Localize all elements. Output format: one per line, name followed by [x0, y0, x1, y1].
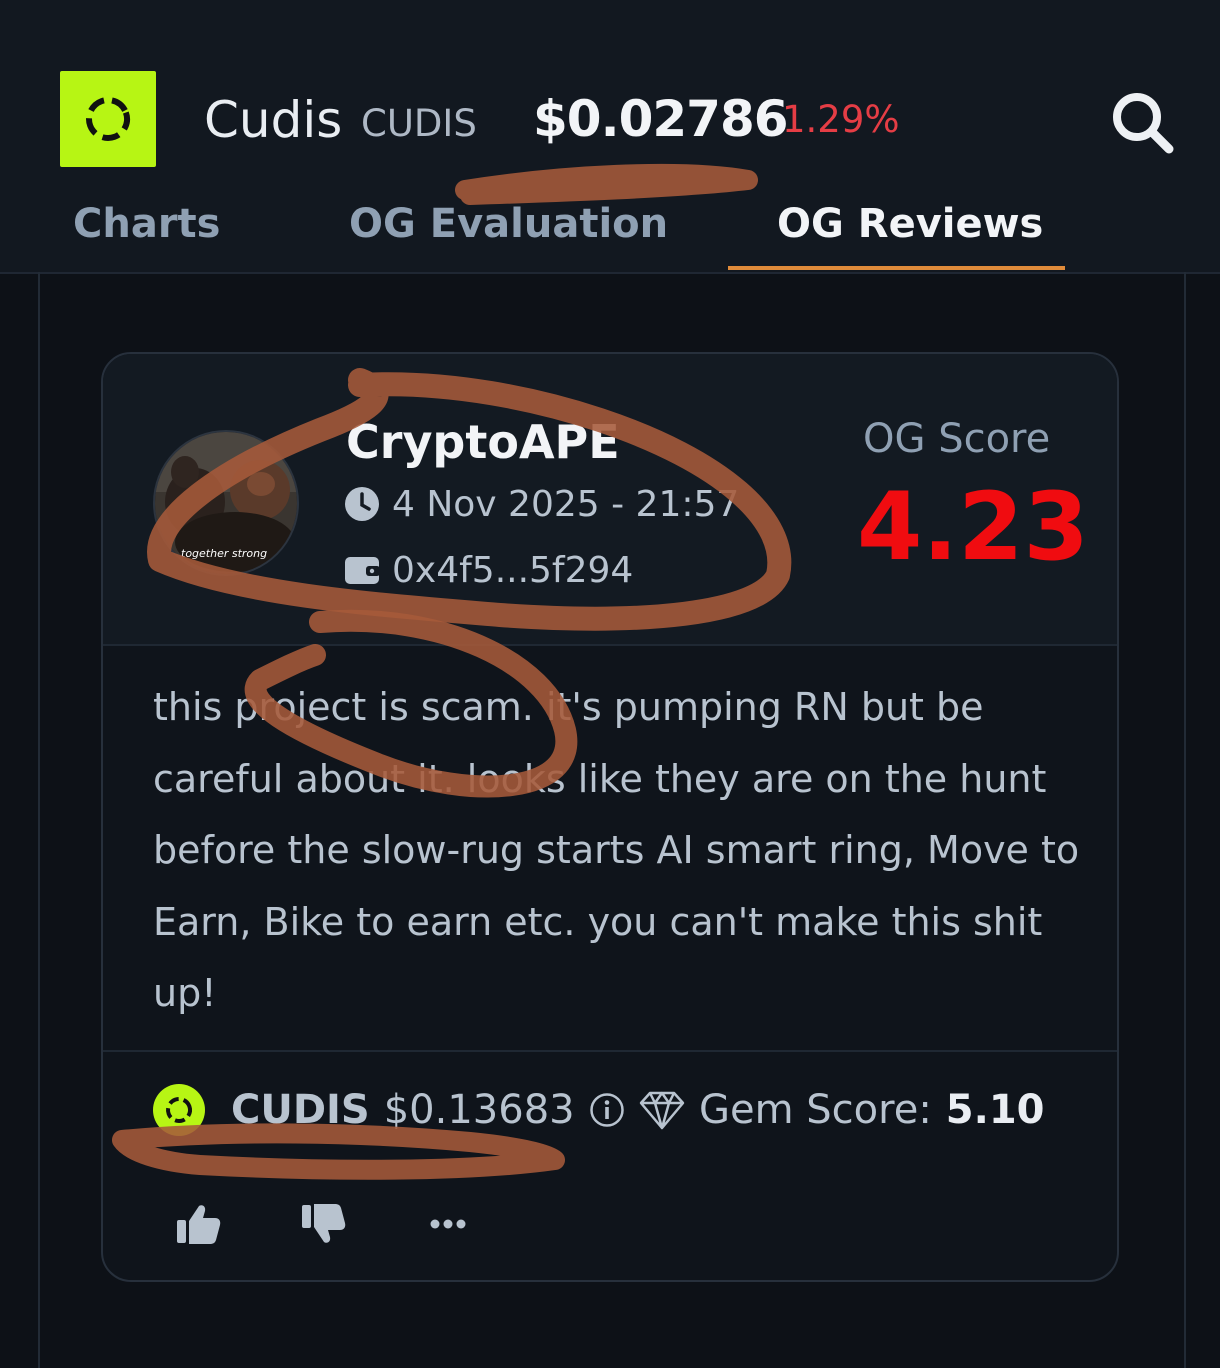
diamond-icon	[639, 1091, 685, 1130]
thumbs-down-icon	[302, 1204, 346, 1243]
token-symbol: CUDIS	[361, 102, 477, 145]
review-card-header: together strong CryptoAPE 4 Nov 2025 - 2…	[103, 354, 1117, 646]
wallet-icon	[345, 557, 380, 584]
review-card: together strong CryptoAPE 4 Nov 2025 - 2…	[101, 352, 1119, 1282]
divider	[103, 1050, 1117, 1052]
dislike-button[interactable]	[298, 1199, 348, 1249]
thumbs-up-icon	[177, 1205, 221, 1244]
review-timestamp-row: 4 Nov 2025 - 21:57	[344, 482, 739, 526]
more-options-button[interactable]	[423, 1199, 473, 1249]
review-timestamp: 4 Nov 2025 - 21:57	[392, 483, 740, 525]
wallet-row: 0x4f5...5f294	[344, 548, 633, 592]
active-tab-indicator	[728, 266, 1065, 270]
reviewer-name[interactable]: CryptoAPE	[346, 414, 620, 470]
gem-score: Gem Score: 5.10	[639, 1084, 1045, 1136]
token-logo	[60, 71, 156, 167]
price-change: 1.29%	[782, 98, 900, 141]
tab-charts[interactable]: Charts	[73, 198, 220, 250]
cudis-logo-icon	[86, 97, 130, 141]
search-button[interactable]	[1105, 85, 1181, 161]
like-button[interactable]	[173, 1199, 223, 1249]
more-icon	[430, 1219, 466, 1229]
info-icon[interactable]	[589, 1092, 625, 1128]
tab-og-evaluation[interactable]: OG Evaluation	[349, 198, 668, 250]
avatar-caption: together strong	[181, 547, 267, 560]
wallet-address[interactable]: 0x4f5...5f294	[392, 550, 633, 591]
gem-score-value: 5.10	[945, 1087, 1045, 1133]
token-price: $0.02786	[533, 90, 789, 148]
clock-icon	[345, 487, 379, 521]
og-score-label: OG Score	[863, 416, 1051, 462]
review-token-symbol: CUDIS	[231, 1087, 370, 1133]
token-name: Cudis	[204, 91, 343, 149]
search-icon	[1113, 93, 1174, 154]
gem-score-label: Gem Score:	[699, 1087, 932, 1133]
cudis-mini-logo-icon	[153, 1084, 205, 1136]
review-token-price: $0.13683	[383, 1087, 575, 1133]
review-token-info: CUDIS $0.13683	[153, 1084, 625, 1136]
tab-og-reviews[interactable]: OG Reviews	[777, 198, 1043, 250]
reviewer-avatar[interactable]: together strong	[153, 430, 299, 576]
review-text: this project is scam. it's pumping RN bu…	[153, 685, 1080, 1015]
ape-avatar-image: together strong	[155, 432, 297, 574]
token-header: Cudis CUDIS $0.02786 1.29% Charts OG Eva…	[0, 0, 1220, 274]
og-reviews-screen: Cudis CUDIS $0.02786 1.29% Charts OG Eva…	[0, 0, 1220, 1368]
og-score-value: 4.23	[857, 473, 1089, 582]
